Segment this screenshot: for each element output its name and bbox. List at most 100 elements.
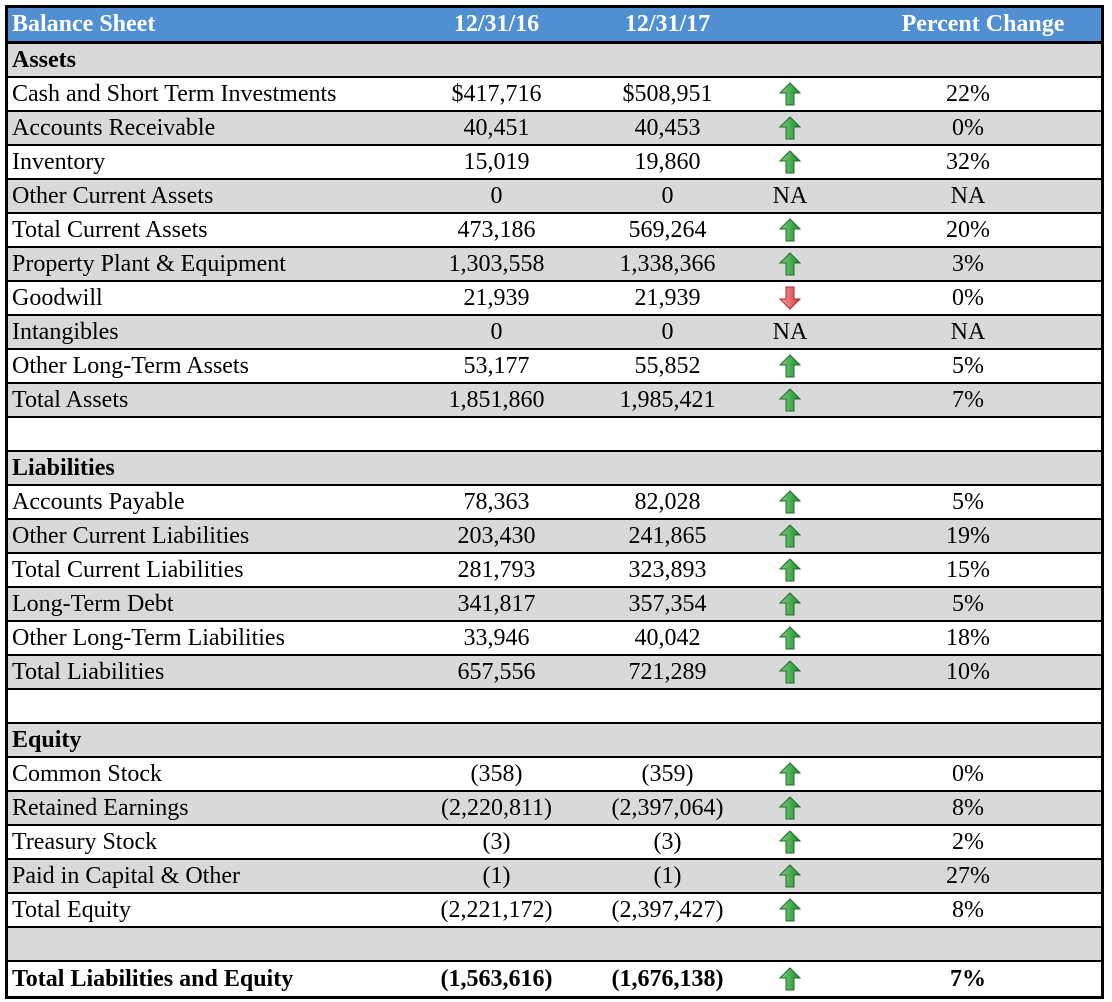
value-2016: 203,430	[457, 522, 536, 549]
value-2017: 569,264	[628, 216, 707, 243]
section-label: Liabilities	[12, 454, 115, 481]
value-2016: 21,939	[463, 284, 530, 311]
row-label: Cash and Short Term Investments	[12, 80, 337, 107]
value-2017: 323,893	[628, 556, 707, 583]
value-2017: (2,397,064)	[611, 794, 724, 821]
value-2016: 53,177	[463, 352, 530, 379]
arrow-up-icon	[779, 796, 801, 820]
row-label: Other Long-Term Assets	[12, 352, 249, 379]
percent-change: 5%	[952, 352, 984, 379]
trend-cell: NA	[772, 318, 808, 345]
value-2016: $417,716	[451, 80, 542, 107]
section-label: Equity	[12, 726, 82, 753]
percent-change: 0%	[952, 760, 984, 787]
table-row: Paid in Capital & Other (1) (1) 27%	[8, 860, 1101, 894]
value-2017: 40,453	[634, 114, 701, 141]
header-col-2017: 12/31/17	[624, 11, 711, 37]
trend-cell	[745, 592, 835, 616]
value-2017: 19,860	[634, 148, 701, 175]
row-label: Intangibles	[12, 318, 119, 345]
value-2017: 82,028	[634, 488, 701, 515]
value-2017: 1,985,421	[619, 386, 716, 413]
value-2016: 40,451	[463, 114, 530, 141]
row-label: Total Assets	[12, 386, 129, 413]
table-row: Inventory 15,019 19,860 32%	[8, 146, 1101, 180]
value-2016: 33,946	[463, 624, 530, 651]
table-row: Other Current Liabilities 203,430 241,865 1…	[8, 520, 1101, 554]
section-header-row: Assets	[8, 44, 1101, 78]
table-row: Cash and Short Term Investments $417,716 $…	[8, 78, 1101, 112]
value-2017: 55,852	[634, 352, 701, 379]
arrow-up-icon	[779, 116, 801, 140]
arrow-up-icon	[779, 558, 801, 582]
value-2017: 1,338,366	[619, 250, 716, 277]
trend-cell	[745, 558, 835, 582]
percent-change: NA	[950, 318, 986, 345]
spacer-row	[8, 418, 1101, 452]
value-2017: (1,676,138)	[611, 965, 724, 992]
row-label: Property Plant & Equipment	[12, 250, 286, 277]
trend-cell	[745, 898, 835, 922]
row-label: Total Liabilities	[12, 658, 165, 685]
table-row: Intangibles 0 0 NA NA	[8, 316, 1101, 350]
value-2017: 0	[661, 318, 674, 345]
row-label: Total Current Assets	[12, 216, 208, 243]
arrow-up-icon	[779, 82, 801, 106]
arrow-up-icon	[779, 626, 801, 650]
section-header-row: Equity	[8, 724, 1101, 758]
row-label: Accounts Receivable	[12, 114, 216, 141]
table-row: Retained Earnings (2,220,811) (2,397,064) 8…	[8, 792, 1101, 826]
row-label: Paid in Capital & Other	[12, 862, 240, 889]
row-label: Long-Term Debt	[12, 590, 174, 617]
value-2017: 21,939	[634, 284, 701, 311]
row-label: Other Long-Term Liabilities	[12, 624, 285, 651]
header-col-percent-change: Percent Change	[901, 11, 1065, 37]
arrow-up-icon	[779, 524, 801, 548]
table-row: Total Assets 1,851,860 1,985,421 7%	[8, 384, 1101, 418]
table-row: Total Liabilities 657,556 721,289 10%	[8, 656, 1101, 690]
value-2016: (1,563,616)	[440, 965, 553, 992]
table-row: Total Current Assets 473,186 569,264 20%	[8, 214, 1101, 248]
arrow-up-icon	[779, 898, 801, 922]
table-row: Treasury Stock (3) (3) 2%	[8, 826, 1101, 860]
section-label: Assets	[12, 46, 76, 73]
trend-cell	[745, 524, 835, 548]
trend-cell	[745, 354, 835, 378]
row-label: Total Liabilities and Equity	[12, 965, 294, 992]
row-label: Treasury Stock	[12, 828, 158, 855]
value-2017: (3)	[653, 828, 682, 855]
spacer-row	[8, 928, 1101, 962]
trend-cell	[745, 150, 835, 174]
arrow-up-icon	[779, 490, 801, 514]
value-2016: 0	[490, 182, 503, 209]
table-body: Assets Cash and Short Term Investments $41…	[8, 44, 1101, 996]
value-2016: 1,303,558	[448, 250, 545, 277]
section-header-row: Liabilities	[8, 452, 1101, 486]
percent-change: 8%	[952, 896, 984, 923]
balance-sheet-table: Balance Sheet 12/31/16 12/31/17 Percent …	[5, 5, 1104, 999]
table-row: Property Plant & Equipment 1,303,558 1,338…	[8, 248, 1101, 282]
table-row: Accounts Receivable 40,451 40,453 0%	[8, 112, 1101, 146]
percent-change: 19%	[946, 522, 990, 549]
value-2017: 357,354	[628, 590, 707, 617]
header-title: Balance Sheet	[12, 11, 156, 37]
value-2017: 40,042	[634, 624, 701, 651]
trend-cell	[745, 252, 835, 276]
arrow-up-icon	[779, 592, 801, 616]
table-row: Total Equity (2,221,172) (2,397,427) 8%	[8, 894, 1101, 928]
arrow-up-icon	[779, 864, 801, 888]
percent-change: 18%	[946, 624, 990, 651]
trend-cell	[745, 490, 835, 514]
trend-cell	[745, 116, 835, 140]
trend-cell	[745, 762, 835, 786]
trend-cell	[745, 626, 835, 650]
trend-cell	[745, 864, 835, 888]
table-row: Goodwill 21,939 21,939 0%	[8, 282, 1101, 316]
value-2017: (359)	[641, 760, 694, 787]
arrow-down-icon	[779, 286, 801, 310]
arrow-up-icon	[779, 967, 801, 991]
value-2016: (2,221,172)	[440, 896, 553, 923]
arrow-up-icon	[779, 354, 801, 378]
table-row: Total Liabilities and Equity (1,563,616) (…	[8, 962, 1101, 996]
arrow-up-icon	[779, 150, 801, 174]
